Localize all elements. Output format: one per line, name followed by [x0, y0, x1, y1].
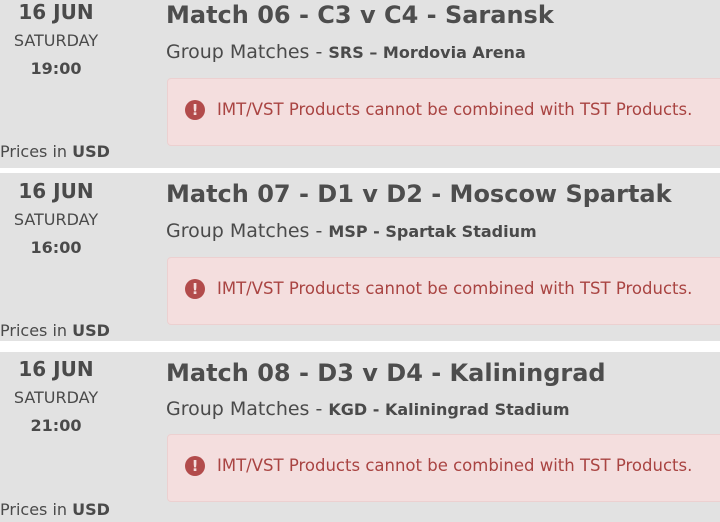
prices-currency-note: Prices in USD — [0, 142, 110, 162]
exclamation-circle-icon: ! — [185, 279, 205, 299]
prices-currency-note: Prices in USD — [0, 500, 110, 520]
match-row: 16 JUN SATURDAY 21:00 Prices in USD Matc… — [0, 352, 720, 522]
currency-code: USD — [72, 142, 110, 161]
match-stage: Group Matches — [166, 220, 310, 242]
alert-message: IMT/VST Products cannot be combined with… — [217, 100, 693, 119]
match-time: 16:00 — [30, 238, 82, 257]
alert-message: IMT/VST Products cannot be combined with… — [217, 456, 693, 475]
match-venue: MSP - Spartak Stadium — [328, 222, 537, 241]
match-weekday: SATURDAY — [13, 210, 99, 229]
prices-currency-note: Prices in USD — [0, 321, 110, 341]
prices-label: Prices in — [0, 500, 68, 519]
prices-label: Prices in — [0, 321, 68, 340]
match-date: 16 JUN — [18, 0, 94, 24]
error-alert: ! IMT/VST Products cannot be combined wi… — [167, 257, 720, 325]
match-row: 16 JUN SATURDAY 16:00 Prices in USD Matc… — [0, 173, 720, 341]
alert-message: IMT/VST Products cannot be combined with… — [217, 279, 693, 298]
match-weekday: SATURDAY — [13, 31, 99, 50]
match-time: 19:00 — [30, 59, 82, 78]
match-weekday: SATURDAY — [13, 388, 99, 407]
match-subtitle: Group Matches - KGD - Kaliningrad Stadiu… — [166, 398, 570, 420]
error-alert: ! IMT/VST Products cannot be combined wi… — [167, 434, 720, 502]
match-date-column: 16 JUN SATURDAY 21:00 — [0, 352, 112, 522]
match-venue: KGD - Kaliningrad Stadium — [328, 400, 570, 419]
match-title[interactable]: Match 08 - D3 v D4 - Kaliningrad — [166, 358, 606, 388]
match-time: 21:00 — [30, 416, 82, 435]
match-list: 16 JUN SATURDAY 19:00 Prices in USD Matc… — [0, 0, 720, 522]
prices-label: Prices in — [0, 142, 68, 161]
currency-code: USD — [72, 321, 110, 340]
match-row: 16 JUN SATURDAY 19:00 Prices in USD Matc… — [0, 0, 720, 168]
currency-code: USD — [72, 500, 110, 519]
exclamation-circle-icon: ! — [185, 100, 205, 120]
match-date-column: 16 JUN SATURDAY 16:00 — [0, 173, 112, 341]
match-stage: Group Matches — [166, 398, 310, 420]
match-date: 16 JUN — [18, 179, 94, 203]
match-venue: SRS – Mordovia Arena — [328, 43, 526, 62]
exclamation-circle-icon: ! — [185, 456, 205, 476]
match-stage: Group Matches — [166, 41, 310, 63]
match-title[interactable]: Match 06 - C3 v C4 - Saransk — [166, 0, 554, 30]
match-title[interactable]: Match 07 - D1 v D2 - Moscow Spartak — [166, 179, 672, 209]
match-subtitle: Group Matches - SRS – Mordovia Arena — [166, 41, 526, 63]
match-subtitle: Group Matches - MSP - Spartak Stadium — [166, 220, 537, 242]
error-alert: ! IMT/VST Products cannot be combined wi… — [167, 78, 720, 146]
match-date: 16 JUN — [18, 357, 94, 381]
